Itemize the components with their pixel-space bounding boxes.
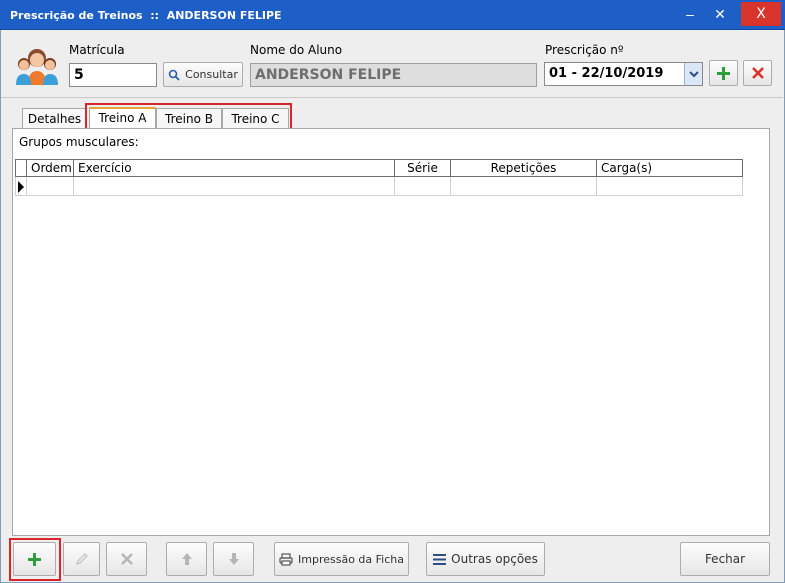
chevron-down-icon[interactable] <box>684 63 702 85</box>
fechar-label: Fechar <box>704 552 746 566</box>
arrow-down-icon <box>228 552 240 566</box>
printer-icon <box>279 552 293 566</box>
prescricao-select[interactable]: 01 - 22/10/2019 <box>544 62 703 86</box>
consultar-button[interactable]: Consultar <box>163 62 243 87</box>
impressao-label: Impressão da Ficha <box>298 552 404 566</box>
table-cell[interactable] <box>597 177 743 196</box>
table-cell[interactable] <box>27 177 74 196</box>
edit-exercise-button[interactable] <box>63 542 100 576</box>
window-title: Prescrição de Treinos :: ANDERSON FELIPE <box>10 9 282 22</box>
col-ordem[interactable]: Ordem <box>27 159 74 177</box>
arrow-up-icon <box>181 552 193 566</box>
outras-opcoes-button[interactable]: Outras opções <box>426 542 545 576</box>
outras-opcoes-label: Outras opções <box>451 552 538 566</box>
consultar-label: Consultar <box>185 68 238 81</box>
menu-icon <box>433 553 447 565</box>
tab-detalhes[interactable]: Detalhes <box>22 108 87 129</box>
close-button[interactable]: X <box>741 2 781 26</box>
col-serie[interactable]: Série <box>395 159 451 177</box>
minimize-button[interactable]: – <box>676 2 704 26</box>
prescricao-label: Prescrição nº <box>545 43 624 57</box>
nome-label: Nome do Aluno <box>250 43 343 57</box>
users-icon <box>14 44 60 86</box>
table-cell[interactable] <box>395 177 451 196</box>
col-repeticoes[interactable]: Repetições <box>451 159 597 177</box>
plus-icon <box>717 66 730 80</box>
table-cell[interactable] <box>74 177 395 196</box>
col-cargas[interactable]: Carga(s) <box>597 159 743 177</box>
search-icon <box>168 69 180 81</box>
col-exercicio[interactable]: Exercício <box>74 159 395 177</box>
header-separator <box>1 97 783 98</box>
delete-exercise-button[interactable] <box>106 542 147 576</box>
add-button-highlight <box>9 538 61 581</box>
x-icon <box>751 67 764 79</box>
nome-field: ANDERSON FELIPE <box>250 63 537 87</box>
pencil-icon <box>75 552 89 566</box>
tabs-highlight <box>85 103 292 131</box>
x-icon <box>120 553 133 565</box>
table-cell[interactable] <box>451 177 597 196</box>
exercise-grid[interactable]: Ordem Exercício Série Repetições Carga(s… <box>15 159 743 197</box>
prescricao-value: 01 - 22/10/2019 <box>549 66 664 81</box>
grid-indicator-header <box>15 159 27 177</box>
matricula-field[interactable]: 5 <box>69 63 157 87</box>
restore-button[interactable]: ✕ <box>706 2 734 26</box>
move-up-button[interactable] <box>166 542 207 576</box>
matricula-label: Matrícula <box>69 43 125 57</box>
row-pointer-icon <box>18 181 24 193</box>
add-prescription-button[interactable] <box>709 60 738 86</box>
move-down-button[interactable] <box>213 542 254 576</box>
grupos-label: Grupos musculares: <box>19 135 139 149</box>
fechar-button[interactable]: Fechar <box>680 542 770 576</box>
impressao-button[interactable]: Impressão da Ficha <box>274 542 409 576</box>
title-bar: Prescrição de Treinos :: ANDERSON FELIPE… <box>0 0 785 30</box>
delete-prescription-button[interactable] <box>743 60 772 86</box>
